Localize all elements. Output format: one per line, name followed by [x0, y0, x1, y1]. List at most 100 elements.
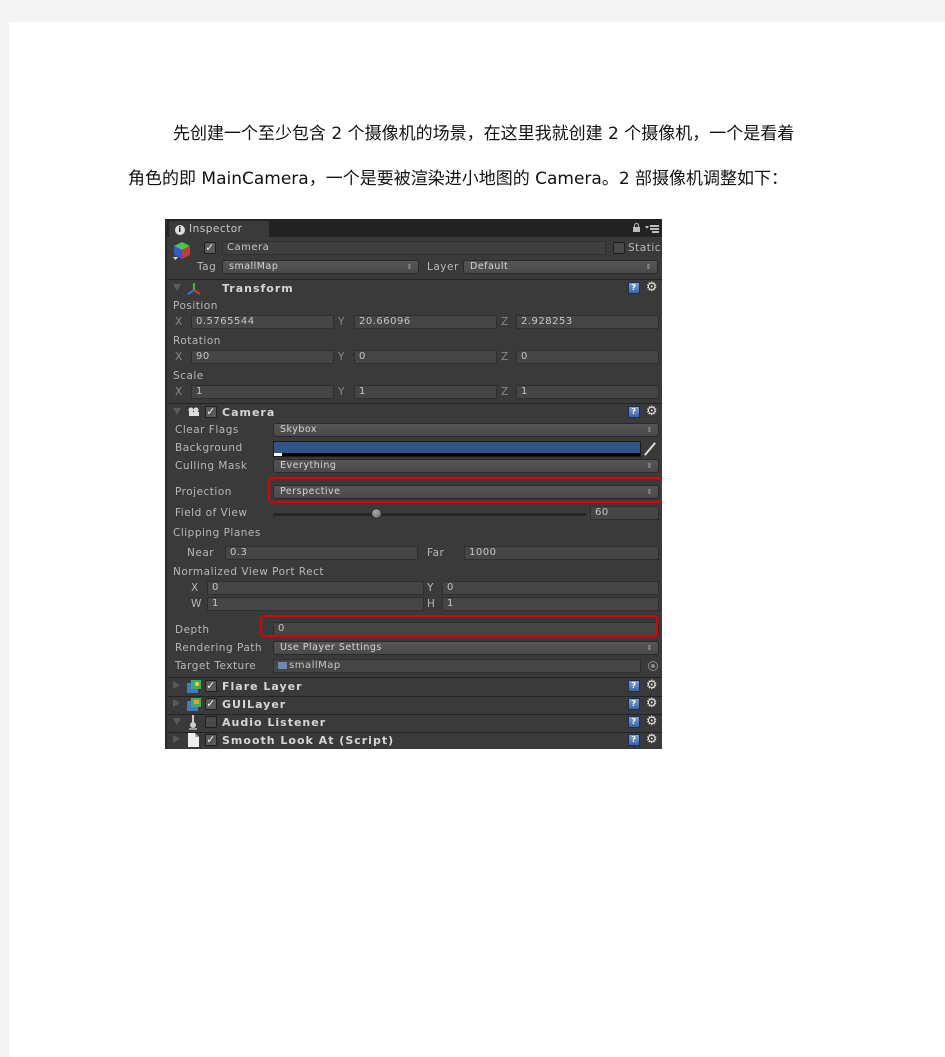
layer-value: Default	[470, 261, 509, 272]
gameobject-name-input[interactable]: Camera	[222, 241, 606, 255]
rotation-z-input[interactable]: 0	[516, 350, 659, 364]
gear-icon[interactable]: ⚙	[646, 678, 658, 694]
clear-flags-label: Clear Flags	[175, 424, 239, 436]
clear-flags-value: Skybox	[280, 424, 317, 435]
fov-slider-thumb[interactable]	[371, 508, 383, 519]
tag-label: Tag	[197, 261, 217, 273]
far-label: Far	[427, 547, 445, 559]
position-y-input[interactable]: 20.66096	[354, 315, 497, 329]
camera-enabled-checkbox[interactable]: ✓	[205, 406, 217, 418]
viewport-h-label: H	[427, 598, 436, 610]
alpha-bar	[274, 453, 282, 456]
foldout-open-icon[interactable]	[173, 718, 181, 725]
audio-listener-enabled-checkbox[interactable]	[205, 716, 217, 728]
scale-z-input[interactable]: 1	[516, 385, 659, 399]
tag-dropdown[interactable]: smallMap ⇕	[222, 260, 419, 274]
scale-y-input[interactable]: 1	[354, 385, 497, 399]
far-input[interactable]: 1000	[464, 546, 659, 560]
viewport-w-label: W	[191, 598, 202, 610]
viewport-x-input[interactable]: 0	[207, 581, 424, 595]
foldout-open-icon[interactable]	[173, 408, 181, 415]
target-texture-value: smallMap	[289, 660, 341, 671]
tab-inspector[interactable]: i Inspector	[169, 221, 269, 237]
layer-dropdown[interactable]: Default ⇕	[463, 260, 658, 274]
panel-menu-icon[interactable]	[645, 224, 659, 233]
info-icon: i	[175, 225, 185, 235]
gear-icon[interactable]: ⚙	[646, 280, 658, 296]
gui-layer-icon	[187, 698, 201, 711]
transform-title: Transform	[222, 282, 294, 295]
near-input[interactable]: 0.3	[225, 546, 418, 560]
camera-header[interactable]: ✓ Camera ? ⚙	[167, 404, 662, 422]
object-picker-icon[interactable]	[648, 661, 658, 671]
rotation-x-label: X	[175, 351, 183, 363]
transform-header[interactable]: Transform ? ⚙	[167, 280, 662, 298]
background-color-field[interactable]	[273, 441, 641, 457]
static-checkbox[interactable]	[613, 242, 625, 254]
help-icon[interactable]: ?	[628, 680, 640, 692]
tab-inspector-label: Inspector	[189, 223, 243, 235]
unity-inspector-screenshot: i Inspector ✓ Camera Static Tag smallMap ⇕…	[165, 219, 662, 749]
fov-slider-track[interactable]	[273, 513, 586, 516]
audio-listener-title: Audio Listener	[222, 716, 327, 729]
smooth-look-at-title: Smooth Look At (Script)	[222, 734, 395, 747]
scale-y-label: Y	[338, 386, 345, 398]
rotation-z-label: Z	[501, 351, 509, 363]
gear-icon[interactable]: ⚙	[646, 404, 658, 420]
help-icon[interactable]: ?	[628, 734, 640, 746]
clear-flags-dropdown[interactable]: Skybox ⇕	[273, 423, 659, 437]
foldout-closed-icon[interactable]	[173, 681, 180, 689]
flare-layer-enabled-checkbox[interactable]: ✓	[205, 680, 217, 692]
position-z-input[interactable]: 2.928253	[516, 315, 659, 329]
rotation-y-input[interactable]: 0	[354, 350, 497, 364]
position-x-input[interactable]: 0.5765544	[191, 315, 334, 329]
help-icon[interactable]: ?	[628, 406, 640, 418]
fov-input[interactable]: 60	[590, 506, 659, 520]
gui-layer-title: GUILayer	[222, 698, 287, 711]
tag-value: smallMap	[229, 261, 279, 272]
gui-layer-enabled-checkbox[interactable]: ✓	[205, 698, 217, 710]
gameobject-active-checkbox[interactable]: ✓	[204, 242, 216, 254]
rendering-path-dropdown[interactable]: Use Player Settings ⇕	[273, 641, 659, 655]
gear-icon[interactable]: ⚙	[646, 732, 658, 748]
smooth-look-at-enabled-checkbox[interactable]: ✓	[205, 734, 217, 746]
foldout-open-icon[interactable]	[173, 284, 181, 291]
target-texture-field[interactable]: smallMap	[273, 659, 641, 673]
flare-layer-title: Flare Layer	[222, 680, 303, 693]
clipping-planes-label: Clipping Planes	[173, 527, 261, 539]
intro-paragraph: 先创建一个至少包含 2 个摄像机的场景，在这里我就创建 2 个摄像机，一个是看着…	[128, 112, 848, 202]
render-texture-icon	[278, 662, 287, 669]
gear-icon[interactable]: ⚙	[646, 714, 658, 730]
rotation-x-input[interactable]: 90	[191, 350, 334, 364]
viewport-h-input[interactable]: 1	[442, 597, 659, 611]
position-z-label: Z	[501, 316, 509, 328]
transform-axes-icon	[187, 283, 201, 295]
foldout-closed-icon[interactable]	[173, 735, 180, 743]
paragraph-line-1: 先创建一个至少包含 2 个摄像机的场景，在这里我就创建 2 个摄像机，一个是看着	[173, 124, 795, 144]
scale-x-input[interactable]: 1	[191, 385, 334, 399]
background-label: Background	[175, 442, 243, 454]
rotation-label: Rotation	[173, 335, 221, 347]
fov-label: Field of View	[175, 507, 248, 519]
audio-listener-header[interactable]: Audio Listener ? ⚙	[167, 714, 662, 732]
help-icon[interactable]: ?	[628, 698, 640, 710]
viewport-w-input[interactable]: 1	[207, 597, 424, 611]
position-x-label: X	[175, 316, 183, 328]
lock-icon[interactable]	[633, 223, 640, 232]
rendering-path-label: Rendering Path	[175, 642, 263, 654]
foldout-closed-icon[interactable]	[173, 699, 180, 707]
gear-icon[interactable]: ⚙	[646, 696, 658, 712]
eyedropper-icon[interactable]	[643, 442, 657, 456]
depth-label: Depth	[175, 624, 210, 636]
gui-layer-header[interactable]: ✓ GUILayer ? ⚙	[167, 696, 662, 714]
scale-label: Scale	[173, 370, 204, 382]
help-icon[interactable]: ?	[628, 716, 640, 728]
position-label: Position	[173, 300, 218, 312]
flare-layer-header[interactable]: ✓ Flare Layer ? ⚙	[167, 678, 662, 696]
smooth-look-at-header[interactable]: ✓ Smooth Look At (Script) ? ⚙	[167, 732, 662, 749]
help-icon[interactable]: ?	[628, 282, 640, 294]
viewport-y-label: Y	[427, 582, 434, 594]
viewport-y-input[interactable]: 0	[442, 581, 659, 595]
culling-mask-dropdown[interactable]: Everything ⇕	[273, 459, 659, 473]
paragraph-line-2: 角色的即 MainCamera，一个是要被渲染进小地图的 Camera。2 部摄…	[128, 169, 789, 189]
